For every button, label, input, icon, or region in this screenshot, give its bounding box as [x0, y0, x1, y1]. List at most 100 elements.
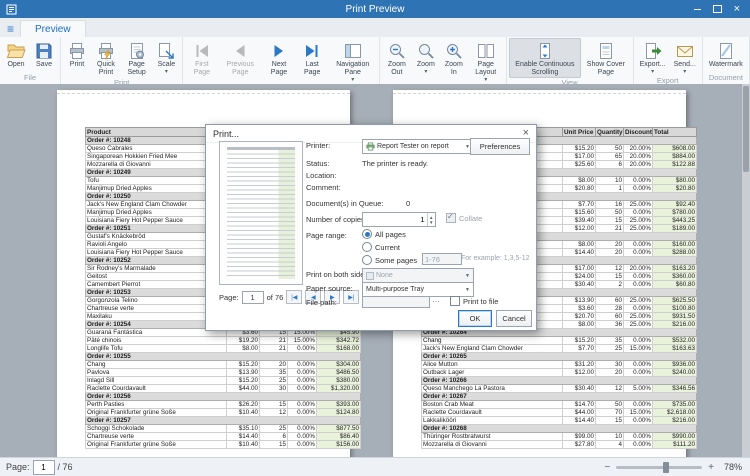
unit-price-cell: $20.80: [563, 185, 596, 193]
tab-preview[interactable]: Preview: [20, 20, 86, 37]
quantity-cell: 30: [596, 361, 624, 369]
total-cell: $163.20: [653, 265, 697, 273]
preferences-button[interactable]: Preferences: [470, 138, 530, 155]
maximize-icon[interactable]: [713, 5, 722, 13]
order-band-label: Order #: 10257: [86, 417, 361, 425]
ribbon-button-scale[interactable]: Scale▾: [152, 38, 180, 76]
scrollbar-thumb[interactable]: [743, 86, 749, 172]
product-row: Original Frankfurter grüne Soße$10.40150…: [86, 441, 361, 449]
first-page-icon[interactable]: |◀: [286, 290, 302, 304]
quantity-cell: 35: [596, 337, 624, 345]
discount-cell: 0.00%: [624, 177, 653, 185]
total-cell: $100.80: [653, 305, 697, 313]
spinner-arrows-icon[interactable]: ▲▼: [427, 213, 435, 226]
ribbon-button-page-setup[interactable]: Page Setup: [121, 38, 152, 78]
ribbon-group-view: Enable Continuous ScrollingShow Cover Pa…: [507, 37, 634, 84]
comment-label: Comment:: [306, 183, 341, 192]
page-setup-icon: [127, 41, 147, 61]
ribbon-button-export[interactable]: Export...▾: [636, 38, 670, 76]
order-band-label: Order #: 10256: [86, 393, 361, 401]
print-to-file-label: Print to file: [463, 297, 498, 306]
cancel-button[interactable]: Cancel: [496, 310, 532, 327]
paper-source-select[interactable]: Multi-purpose Tray ▼: [362, 282, 474, 297]
show-cover-page-icon: [596, 41, 616, 61]
ribbon-button-zoom-out[interactable]: Zoom Out: [382, 38, 412, 78]
ribbon-button-show-cover-page[interactable]: Show Cover Page: [581, 38, 630, 78]
minimize-icon[interactable]: [694, 9, 701, 10]
unit-price-cell: $13.90: [227, 369, 260, 377]
both-sides-select[interactable]: None ▼: [362, 268, 474, 283]
zoom-in-icon[interactable]: +: [708, 462, 714, 473]
ribbon-button-previous-page[interactable]: Previous Page: [218, 38, 262, 78]
vertical-scrollbar[interactable]: [742, 84, 750, 458]
ribbon-button-send[interactable]: Send...▾: [670, 38, 700, 76]
status-page-input[interactable]: [33, 460, 55, 475]
unit-price-cell: $30.40: [563, 385, 596, 393]
quantity-cell: 12: [260, 409, 288, 417]
discount-cell: 0.00%: [624, 249, 653, 257]
unit-price-cell: $15.20: [227, 377, 260, 385]
both-sides-value: None: [376, 272, 393, 279]
order-band-row: Order #: 10256: [86, 393, 361, 401]
discount-cell: 0.00%: [624, 281, 653, 289]
zoom-out-icon[interactable]: −: [604, 462, 610, 473]
dialog-page-input[interactable]: [242, 291, 264, 304]
ribbon-button-label: Previous Page: [222, 61, 258, 77]
file-path-input[interactable]: [362, 296, 430, 308]
printer-select[interactable]: Report Tester on report ▼: [362, 139, 474, 154]
browse-ellipsis-icon[interactable]: …: [432, 295, 441, 304]
total-cell: $877.50: [317, 425, 361, 433]
ribbon-button-page-layout[interactable]: Page Layout▾: [468, 38, 504, 84]
copies-input[interactable]: [363, 213, 427, 226]
unit-price-cell: $14.40: [227, 433, 260, 441]
current-page-radio[interactable]: Current: [362, 242, 400, 252]
ribbon-button-open[interactable]: Open: [2, 38, 30, 70]
ribbon-menu-icon[interactable]: ≡: [7, 23, 14, 35]
discount-cell: 0.00%: [624, 273, 653, 281]
discount-cell: 0.00%: [624, 433, 653, 441]
zoom-slider[interactable]: [616, 466, 702, 469]
some-pages-radio[interactable]: Some pages: [362, 255, 417, 265]
collate-checkbox[interactable]: Collate: [446, 213, 482, 223]
product-cell: Chartreuse verte: [86, 433, 227, 441]
thumbnail-page: [227, 147, 295, 279]
total-cell: $111.20: [653, 441, 697, 449]
some-pages-label: Some pages: [375, 256, 417, 265]
ribbon-button-print[interactable]: Print: [63, 38, 91, 70]
ribbon-button-label: Enable Continuous Scrolling: [513, 61, 578, 77]
ribbon-button-save[interactable]: Save: [30, 38, 58, 70]
quantity-cell: 6: [260, 433, 288, 441]
quantity-cell: 30: [260, 385, 288, 393]
open-folder-icon: [6, 41, 26, 61]
some-pages-input[interactable]: [422, 253, 462, 265]
ribbon-button-first-page[interactable]: First Page: [185, 38, 218, 78]
zoom-slider-thumb[interactable]: [663, 462, 669, 473]
print-to-file-checkbox[interactable]: Print to file: [450, 296, 498, 306]
discount-cell: 0.00%: [624, 305, 653, 313]
ribbon-button-next-page[interactable]: Next Page: [262, 38, 296, 78]
ribbon-button-last-page[interactable]: Last Page: [296, 38, 329, 78]
product-row: Mozzarella di Giovanni$27.8040.00%$111.2…: [422, 441, 697, 449]
discount-cell: 0.00%: [288, 441, 317, 449]
ribbon-button-zoom[interactable]: Zoom▾: [412, 38, 440, 76]
ok-button[interactable]: OK: [458, 310, 492, 327]
close-icon[interactable]: ×: [734, 4, 740, 14]
quantity-cell: 21: [260, 345, 288, 353]
ribbon-button-watermark[interactable]: Watermark: [705, 38, 747, 70]
quantity-cell: 20: [260, 361, 288, 369]
total-cell: $216.00: [653, 321, 697, 329]
ribbon-button-navigation-pane[interactable]: Navigation Pane▾: [329, 38, 377, 84]
paper-source-label: Paper source:: [306, 284, 353, 293]
ribbon-button-quick-print[interactable]: Quick Print: [91, 38, 121, 78]
copies-spinner[interactable]: ▲▼: [362, 212, 436, 227]
discount-cell: 15.00%: [288, 337, 317, 345]
ribbon-button-zoom-in[interactable]: Zoom In: [440, 38, 468, 78]
discount-cell: 15.00%: [624, 409, 653, 417]
ribbon-button-continuous-scrolling[interactable]: Enable Continuous Scrolling: [509, 38, 582, 78]
product-cell: Alice Mutton: [422, 361, 563, 369]
discount-cell: 0.00%: [624, 441, 653, 449]
all-pages-radio[interactable]: All pages: [362, 229, 406, 239]
unit-price-cell: $15.20: [563, 337, 596, 345]
quantity-cell: 15: [596, 273, 624, 281]
discount-cell: 20.00%: [624, 145, 653, 153]
